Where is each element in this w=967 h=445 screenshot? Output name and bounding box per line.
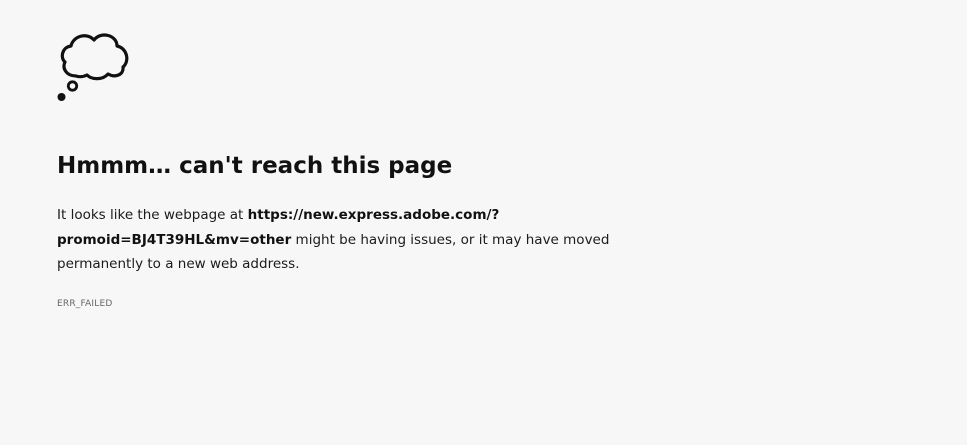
error-page: Hmmm… can't reach this page It looks lik… <box>0 0 967 445</box>
error-code: ERR_FAILED <box>57 299 113 309</box>
description-prefix: It looks like the webpage at <box>57 207 248 223</box>
page-title: Hmmm… can't reach this page <box>57 153 453 179</box>
error-description: It looks like the webpage at https://new… <box>57 203 667 277</box>
thought-bubble-icon <box>54 28 134 104</box>
